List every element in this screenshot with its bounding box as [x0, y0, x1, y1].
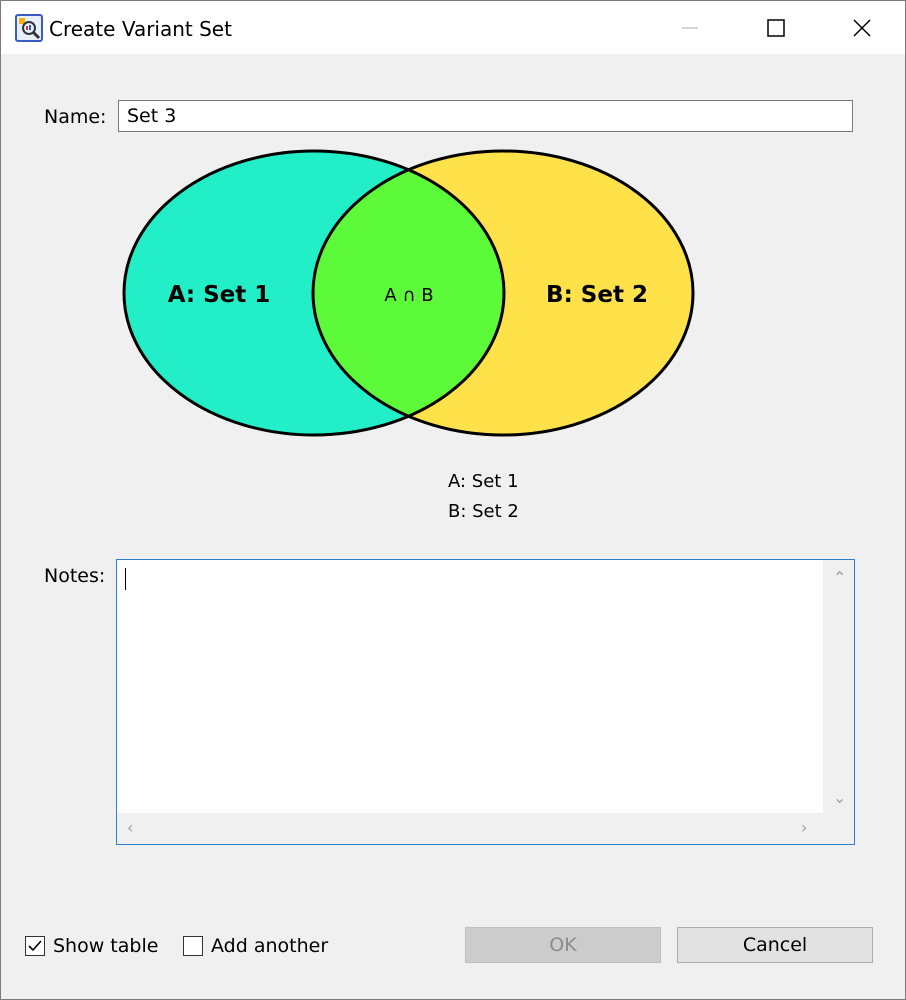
variant-set-icon — [15, 14, 43, 42]
legend-line-b: B: Set 2 — [448, 501, 519, 522]
show-table-label[interactable]: Show table — [53, 935, 158, 957]
set-b-label: B: Set 2 — [546, 282, 648, 308]
minimize-button[interactable] — [647, 1, 733, 54]
window-title: Create Variant Set — [49, 17, 232, 41]
maximize-icon — [767, 18, 785, 37]
text-caret — [125, 568, 126, 590]
name-input[interactable] — [118, 100, 853, 132]
notes-textarea[interactable]: ⌃ ⌄ ‹ › — [116, 559, 855, 845]
show-table-checkbox[interactable] — [25, 936, 45, 956]
show-table-option[interactable]: Show table — [25, 933, 158, 959]
title-bar[interactable]: Create Variant Set — [1, 1, 905, 54]
legend-line-a: A: Set 1 — [448, 471, 519, 492]
cancel-button[interactable]: Cancel — [677, 927, 873, 963]
minimize-icon — [682, 26, 698, 29]
add-another-checkbox[interactable] — [183, 936, 203, 956]
maximize-button[interactable] — [733, 1, 819, 54]
scroll-up-icon[interactable]: ⌃ — [833, 570, 846, 586]
notes-label: Notes: — [44, 565, 106, 587]
intersection-label: A ∩ B — [384, 285, 433, 306]
name-label: Name: — [44, 106, 107, 128]
close-button[interactable] — [819, 1, 905, 54]
venn-diagram: A: Set 1 A ∩ B B: Set 2 — [122, 149, 695, 437]
ok-button[interactable]: OK — [465, 927, 661, 963]
vertical-scrollbar[interactable]: ⌃ ⌄ — [823, 560, 854, 813]
add-another-option[interactable]: Add another — [183, 933, 328, 959]
close-icon — [853, 18, 871, 37]
add-another-label[interactable]: Add another — [211, 935, 328, 957]
scroll-left-icon[interactable]: ‹ — [127, 820, 133, 836]
scrollbar-corner — [823, 813, 854, 844]
scroll-down-icon[interactable]: ⌄ — [833, 790, 846, 806]
set-a-label: A: Set 1 — [168, 282, 271, 308]
scroll-right-icon[interactable]: › — [801, 820, 807, 836]
check-icon — [28, 940, 42, 952]
horizontal-scrollbar[interactable]: ‹ › — [117, 813, 823, 844]
create-variant-set-dialog: Create Variant Set Name: A: Set 1 A ∩ B … — [0, 0, 906, 1000]
